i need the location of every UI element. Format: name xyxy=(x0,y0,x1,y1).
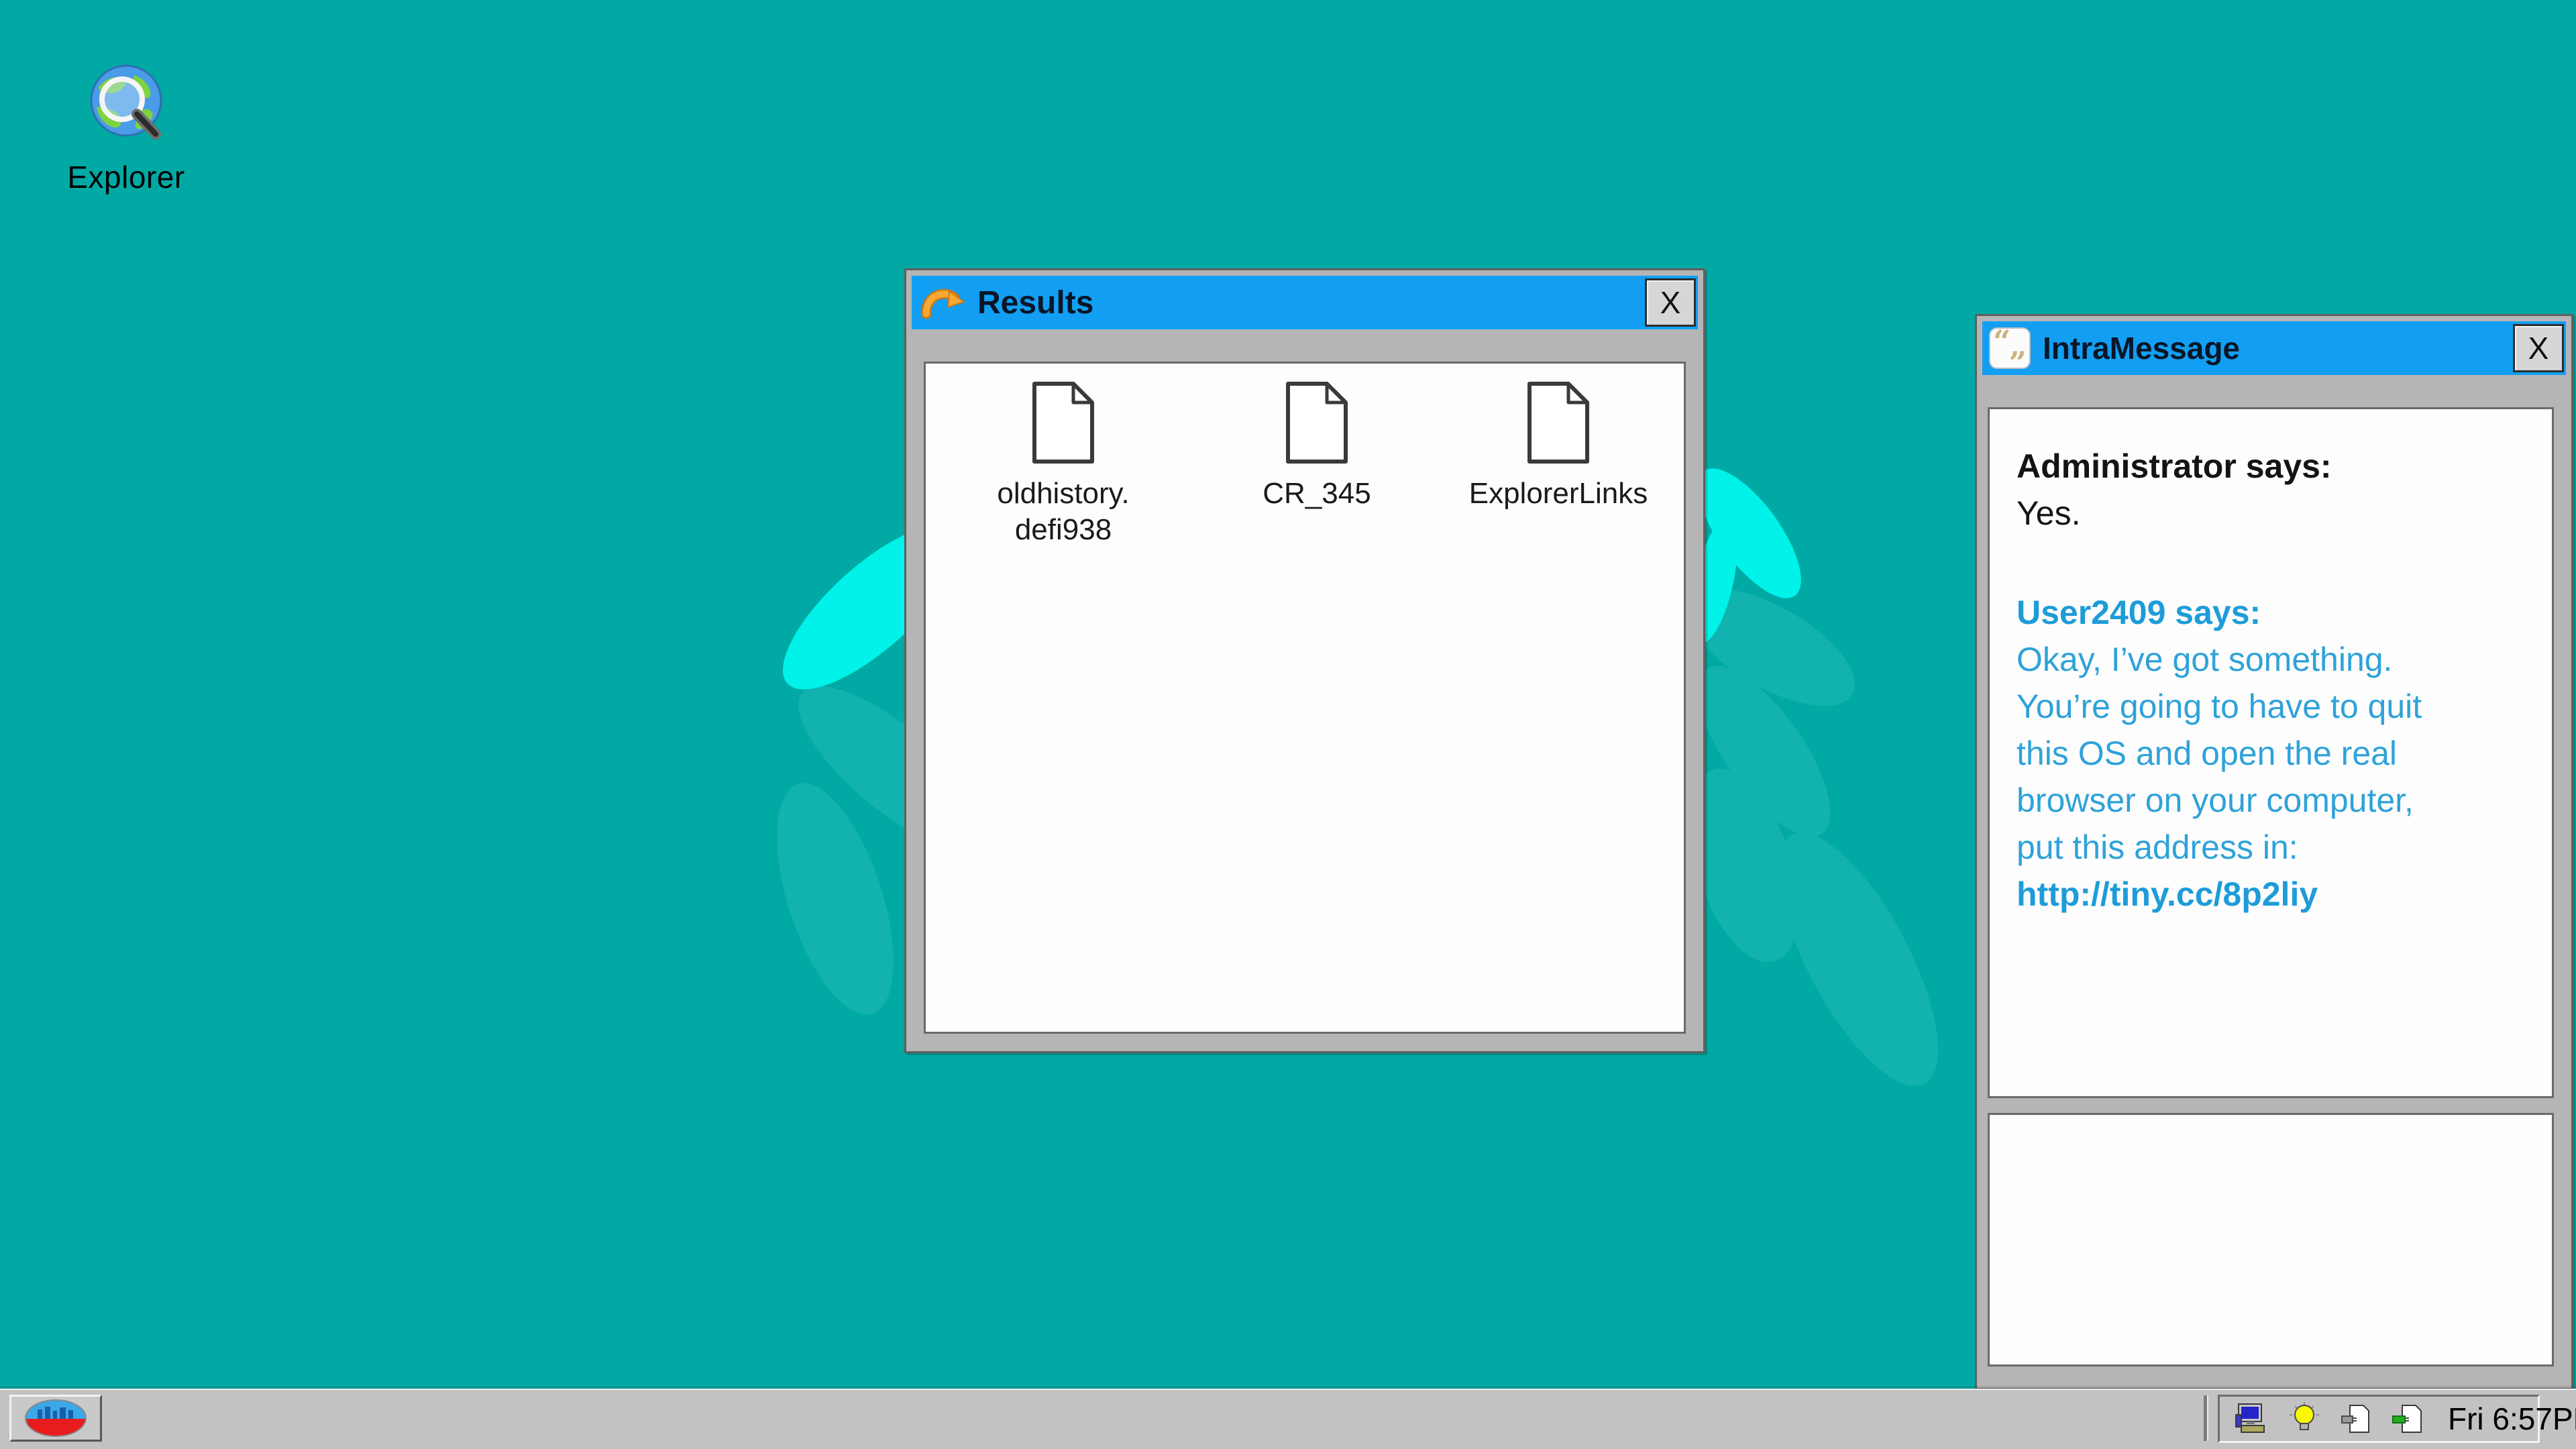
file-label: oldhistory. defi938 xyxy=(997,476,1129,548)
taskbar: Fri 6:57PM xyxy=(0,1389,2576,1449)
tray-divider xyxy=(2204,1395,2208,1441)
globe-search-icon xyxy=(80,59,172,154)
results-window: Results X oldhistory. defi938 xyxy=(904,268,1705,1053)
file-label: CR_345 xyxy=(1263,476,1371,512)
taskbar-clock: Fri 6:57PM xyxy=(2448,1401,2576,1437)
lightbulb-tray-icon[interactable] xyxy=(2287,1401,2322,1436)
system-tray: Fri 6:57PM xyxy=(2218,1395,2540,1443)
chat-message-administrator: Administrator says: Yes. xyxy=(2017,443,2486,537)
file-label: ExplorerLinks xyxy=(1469,476,1648,512)
chat-body: Okay, I’ve got something. You’re going t… xyxy=(2017,636,2486,871)
file-item-cr345[interactable]: CR_345 xyxy=(1213,381,1421,512)
close-icon[interactable]: X xyxy=(1645,278,1696,327)
computer-tray-icon[interactable] xyxy=(2235,1401,2269,1436)
document-plug-icon[interactable] xyxy=(2339,1401,2374,1436)
document-icon xyxy=(1527,381,1590,468)
results-file-area: oldhistory. defi938 CR_345 xyxy=(924,362,1686,1034)
desktop: Explorer Results X xyxy=(0,0,2576,1449)
chat-body: Yes. xyxy=(2017,490,2486,537)
chat-link[interactable]: http://tiny.cc/8p2liy xyxy=(2017,875,2318,913)
file-item-oldhistory[interactable]: oldhistory. defi938 xyxy=(959,381,1167,548)
chat-sender: User2409 says: xyxy=(2017,589,2486,636)
desktop-icon-label: Explorer xyxy=(67,159,184,195)
desktop-icon-explorer[interactable]: Explorer xyxy=(39,59,213,195)
chat-message-user2409: User2409 says: Okay, I’ve got something.… xyxy=(2017,589,2486,918)
message-history-area: Administrator says: Yes. User2409 says: … xyxy=(1988,407,2554,1098)
intramessage-window: “” IntraMessage X Administrator says: Ye… xyxy=(1975,314,2573,1390)
document-icon xyxy=(1032,381,1095,468)
quote-icon: “” xyxy=(1989,327,2031,369)
start-button[interactable] xyxy=(9,1395,102,1442)
redo-arrow-icon xyxy=(921,283,965,322)
results-titlebar[interactable]: Results X xyxy=(912,276,1698,329)
document-plug-green-icon[interactable] xyxy=(2392,1401,2426,1436)
close-icon[interactable]: X xyxy=(2513,324,2564,372)
intramessage-titlebar[interactable]: “” IntraMessage X xyxy=(1982,321,2566,375)
document-icon xyxy=(1285,381,1348,468)
chat-sender: Administrator says: xyxy=(2017,443,2486,490)
start-logo-icon xyxy=(23,1399,89,1438)
intramessage-window-title: IntraMessage xyxy=(2043,330,2240,366)
message-input-area[interactable] xyxy=(1988,1113,2554,1366)
results-window-title: Results xyxy=(977,284,1093,321)
file-item-explorerlinks[interactable]: ExplorerLinks xyxy=(1454,381,1662,512)
